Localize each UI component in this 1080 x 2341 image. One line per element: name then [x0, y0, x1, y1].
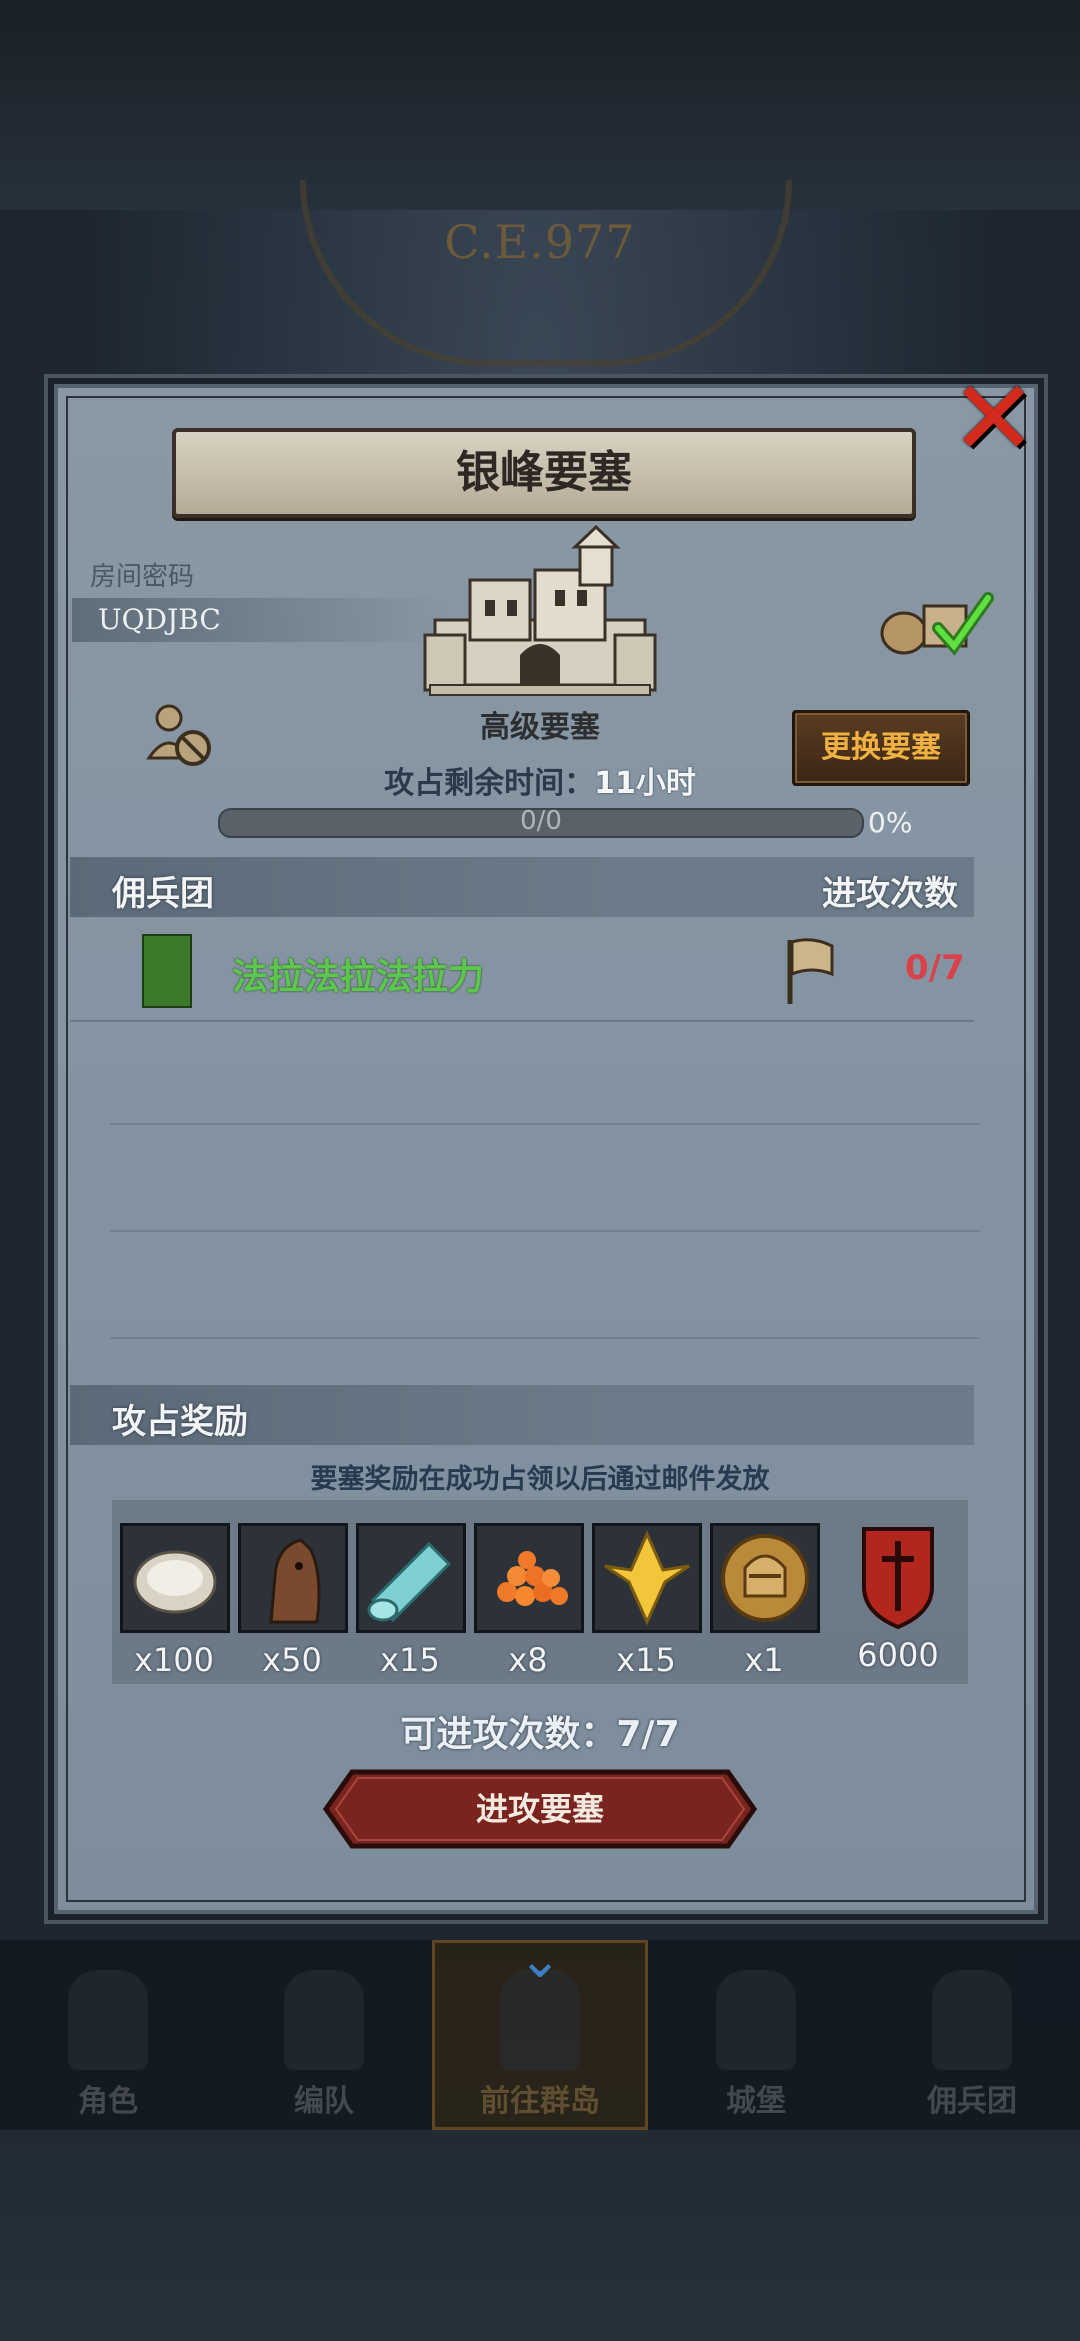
- progress-count: 0/0: [520, 806, 562, 836]
- reward-qty: x15: [380, 1641, 440, 1679]
- nav-label: 编队: [294, 2084, 354, 2119]
- reward-qty: x50: [262, 1641, 322, 1679]
- mercenary-attacks: 0/7: [905, 948, 965, 988]
- room-code-label: 房间密码: [90, 562, 195, 592]
- attacks-remaining-label: 可进攻次数：: [400, 1714, 617, 1755]
- sword-banner-icon: [932, 1970, 1012, 2070]
- resource-check-icon: [880, 592, 994, 656]
- rewards-header: 攻占奖励: [112, 1402, 248, 1442]
- nav-item-formation[interactable]: 编队: [216, 1940, 432, 2130]
- change-fortress-label: 更换要塞: [821, 730, 941, 765]
- attacks-remaining-value: 7/7: [616, 1714, 680, 1755]
- occupy-progress-bar: 0/0: [218, 806, 864, 838]
- castle-icon: [716, 1970, 796, 2070]
- room-code-value[interactable]: UQDJBC: [98, 603, 221, 636]
- fortress-level: 高级要塞: [480, 710, 600, 745]
- knight-icon: [68, 1970, 148, 2070]
- change-fortress-button[interactable]: 更换要塞: [792, 710, 970, 786]
- empty-row-divider: [110, 1123, 980, 1125]
- fortress-icon: [423, 525, 657, 696]
- time-value: 11小时: [594, 766, 696, 801]
- close-icon: ✕: [950, 357, 1038, 479]
- empty-row-divider: [110, 1337, 980, 1339]
- shield-emblem-icon[interactable]: [858, 1523, 938, 1631]
- mercenary-name: 法拉法拉法拉力: [232, 957, 485, 998]
- reward-qty: 6000: [857, 1636, 939, 1674]
- rewards-note: 要塞奖励在成功占领以后通过邮件发放: [310, 1464, 770, 1495]
- attacks-remaining: 可进攻次数：7/7: [300, 1705, 780, 1757]
- close-button[interactable]: ✕: [940, 357, 1040, 479]
- attack-fortress-button[interactable]: 进攻要塞: [322, 1768, 758, 1850]
- progress-percent: 0%: [868, 806, 913, 839]
- nav-label: 佣兵团: [927, 2084, 1017, 2119]
- attacks-header: 进攻次数: [822, 874, 958, 914]
- horse-icon: [269, 1538, 321, 1624]
- oyster-icon: [133, 1550, 217, 1614]
- reward-item[interactable]: x15: [356, 1523, 466, 1679]
- reward-qty: x100: [133, 1641, 214, 1679]
- empty-row-divider: [110, 1230, 980, 1232]
- reward-item[interactable]: x1: [710, 1523, 820, 1679]
- flag-icon: [787, 938, 834, 1004]
- chevron-down-icon: ⌄: [518, 1930, 562, 1990]
- title-banner: 银峰要塞: [172, 428, 916, 518]
- reward-item[interactable]: x15: [592, 1523, 702, 1679]
- nav-label: 前往群岛: [480, 2084, 600, 2119]
- nav-label: 角色: [78, 2084, 138, 2119]
- time-label: 攻占剩余时间：: [384, 766, 595, 801]
- reward-qty: x15: [616, 1641, 676, 1679]
- gold-crest-icon: [604, 1530, 690, 1626]
- knight-medal-icon: [721, 1534, 809, 1622]
- guild-banner-icon: [142, 934, 192, 1008]
- nav-item-character[interactable]: 角色: [0, 1940, 216, 2130]
- reward-qty: x1: [744, 1641, 784, 1679]
- mercenary-header: 佣兵团: [112, 874, 214, 914]
- era-label: C.E.977: [444, 215, 636, 269]
- cloth-icon: [367, 1541, 452, 1623]
- nav-item-mercenary[interactable]: 佣兵团: [864, 1940, 1080, 2130]
- roe-icon: [497, 1551, 568, 1606]
- occupy-time-remaining: 攻占剩余时间：11小时: [340, 758, 740, 802]
- reward-item[interactable]: x100: [120, 1523, 230, 1679]
- nav-item-castle[interactable]: 城堡: [648, 1940, 864, 2130]
- reward-item[interactable]: x50: [238, 1523, 348, 1679]
- top-backdrop: [0, 0, 1080, 210]
- dialog-title: 银峰要塞: [456, 447, 632, 498]
- mercenary-row[interactable]: 法拉法拉法拉力 0/7: [70, 920, 974, 1022]
- user-ban-icon[interactable]: [145, 700, 215, 770]
- reward-item[interactable]: x8: [474, 1523, 584, 1679]
- helmet-icon: [284, 1970, 364, 2070]
- attack-fortress-label: 进攻要塞: [475, 1790, 604, 1828]
- reward-qty: x8: [508, 1641, 548, 1679]
- nav-label: 城堡: [726, 2084, 786, 2119]
